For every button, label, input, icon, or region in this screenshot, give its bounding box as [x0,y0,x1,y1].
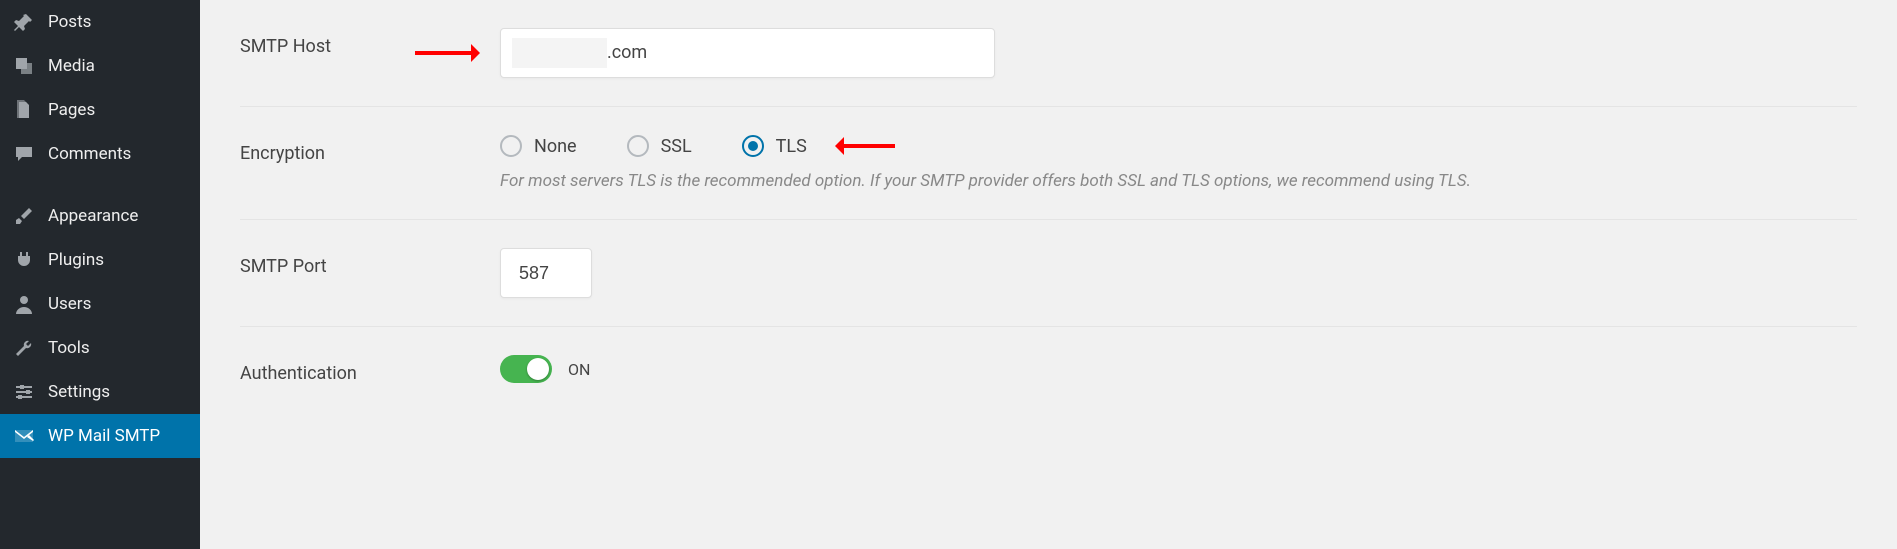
comment-icon [12,142,36,166]
sidebar-item-label: Pages [48,100,95,120]
sidebar-item-pages[interactable]: Pages [0,88,200,132]
toggle-knob-icon [527,358,549,380]
sidebar-item-label: Comments [48,144,131,164]
wrench-icon [12,336,36,360]
settings-panel: SMTP Host .com Encryption None [200,0,1897,549]
encryption-radio-group: None SSL TLS [500,135,1857,157]
encryption-option-tls[interactable]: TLS [742,135,807,157]
radio-icon [500,135,522,157]
sidebar-item-label: Plugins [48,250,104,270]
sliders-icon [12,380,36,404]
sidebar-item-label: Tools [48,338,90,358]
brush-icon [12,204,36,228]
authentication-toggle[interactable] [500,355,552,383]
encryption-help-text: For most servers TLS is the recommended … [500,171,1857,191]
sidebar-item-tools[interactable]: Tools [0,326,200,370]
row-authentication: Authentication ON [240,327,1857,412]
row-smtp-port: SMTP Port [240,220,1857,327]
radio-label: TLS [776,136,807,157]
sidebar-item-wp-mail-smtp[interactable]: WP Mail SMTP [0,414,200,458]
sidebar-item-label: Posts [48,12,91,32]
encryption-option-none[interactable]: None [500,135,577,157]
label-encryption: Encryption [240,135,500,164]
annotation-arrow-icon [840,144,895,148]
sidebar-item-label: Users [48,294,91,314]
sidebar-item-media[interactable]: Media [0,44,200,88]
smtp-port-input[interactable] [500,248,592,298]
radio-label: SSL [661,136,692,157]
smtp-host-domain-suffix: .com [607,42,647,63]
label-smtp-port: SMTP Port [240,248,500,277]
sidebar-item-comments[interactable]: Comments [0,132,200,176]
sidebar-item-settings[interactable]: Settings [0,370,200,414]
radio-label: None [534,136,577,157]
row-smtp-host: SMTP Host .com [240,0,1857,107]
annotation-arrow-icon [415,51,475,55]
sidebar-item-label: Settings [48,382,110,402]
sidebar-item-users[interactable]: Users [0,282,200,326]
admin-sidebar: Posts Media Pages Comments Appearance [0,0,200,549]
pin-icon [12,10,36,34]
sidebar-item-posts[interactable]: Posts [0,0,200,44]
sidebar-item-label: WP Mail SMTP [48,426,160,446]
sidebar-item-label: Media [48,56,95,76]
media-icon [12,54,36,78]
encryption-option-ssl[interactable]: SSL [627,135,692,157]
radio-icon [742,135,764,157]
label-authentication: Authentication [240,355,500,384]
authentication-toggle-status: ON [568,360,590,379]
radio-icon [627,135,649,157]
row-encryption: Encryption None SSL TLS [240,107,1857,220]
sidebar-item-label: Appearance [48,206,138,226]
sidebar-item-plugins[interactable]: Plugins [0,238,200,282]
plug-icon [12,248,36,272]
pages-icon [12,98,36,122]
sidebar-item-appearance[interactable]: Appearance [0,194,200,238]
mail-icon [12,424,36,448]
user-icon [12,292,36,316]
redacted-area [512,38,607,68]
